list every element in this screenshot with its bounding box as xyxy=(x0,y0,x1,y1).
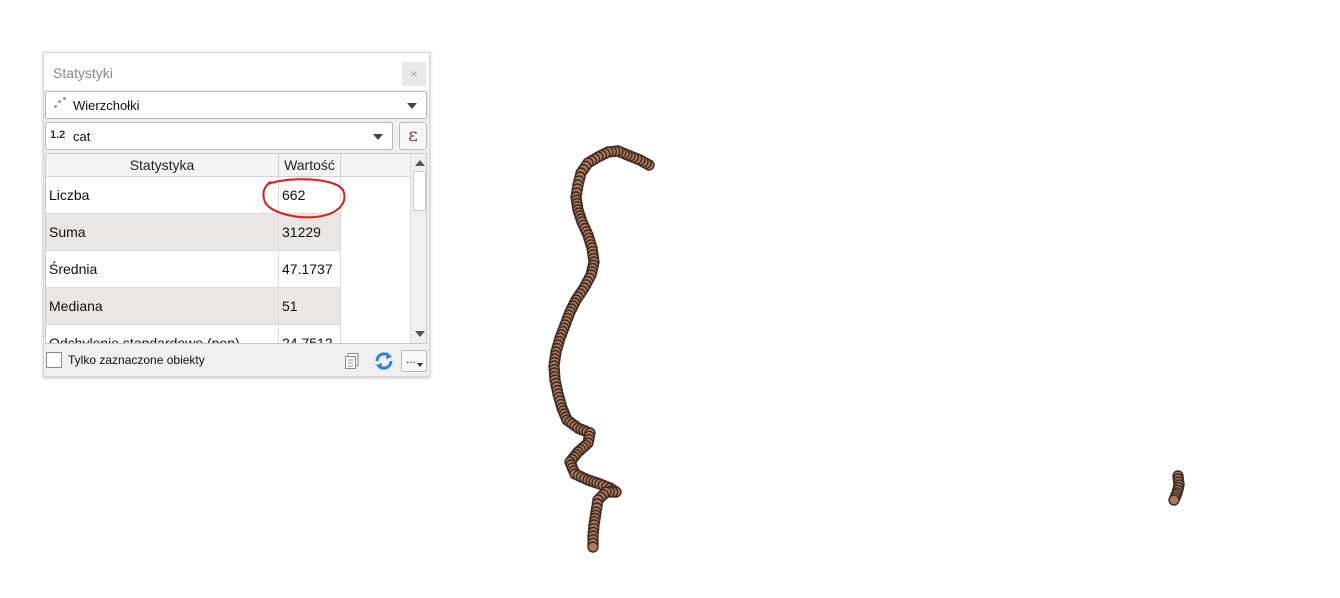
copy-icon[interactable] xyxy=(345,353,359,369)
statistics-table: Statystyka Wartość Liczba 662 Suma 31229… xyxy=(45,153,427,344)
statistic-name: Liczba xyxy=(46,177,279,214)
table-row[interactable]: Odchylenie standardowe (pop) 24.7512 xyxy=(46,325,341,343)
field-selector-value: cat xyxy=(73,129,91,144)
column-header-value[interactable]: Wartość xyxy=(279,154,341,177)
scroll-up-icon[interactable] xyxy=(415,160,425,166)
statistic-name: Suma xyxy=(46,214,279,251)
statistic-name: Odchylenie standardowe (pop) xyxy=(46,325,279,343)
panel-titlebar: Statystyki × xyxy=(44,53,429,90)
statistics-panel: Statystyki × Wierzchołki 1.2 cat ε Staty… xyxy=(43,52,430,377)
field-selector[interactable]: 1.2 cat xyxy=(45,122,393,150)
statistic-value: 24.7512 xyxy=(279,325,341,343)
numeric-field-icon: 1.2 xyxy=(50,129,66,141)
panel-footer: Tylko zaznaczone obiekty ... xyxy=(44,347,429,376)
close-button[interactable]: × xyxy=(402,62,426,86)
dropdown-arrow-icon xyxy=(373,134,383,140)
layer-selector[interactable]: Wierzchołki xyxy=(45,91,427,119)
vertex-point xyxy=(587,541,599,553)
refresh-icon[interactable] xyxy=(373,350,395,372)
dropdown-arrow-icon xyxy=(417,363,423,367)
panel-title: Statystyki xyxy=(53,65,113,81)
more-options-label: ... xyxy=(406,352,417,366)
selected-only-checkbox[interactable] xyxy=(46,352,62,368)
more-options-button[interactable]: ... xyxy=(401,350,427,372)
statistic-value: 31229 xyxy=(279,214,341,251)
vertex-point xyxy=(1168,494,1180,506)
statistic-value: 51 xyxy=(279,288,341,325)
dropdown-arrow-icon xyxy=(407,103,417,109)
table-row[interactable]: Liczba 662 xyxy=(46,177,341,214)
statistic-value: 47.1737 xyxy=(279,251,341,288)
table-scrollbar[interactable] xyxy=(410,154,426,343)
table-row[interactable]: Suma 31229 xyxy=(46,214,341,251)
statistic-value: 662 xyxy=(279,177,341,214)
expression-icon: ε xyxy=(408,124,418,146)
statistic-name: Średnia xyxy=(46,251,279,288)
selected-only-label[interactable]: Tylko zaznaczone obiekty xyxy=(68,353,205,367)
scrollbar-thumb[interactable] xyxy=(413,171,426,211)
statistic-name: Mediana xyxy=(46,288,279,325)
point-layer-icon xyxy=(52,97,66,111)
layer-selector-value: Wierzchołki xyxy=(73,98,140,113)
header-filler xyxy=(341,154,410,177)
table-row[interactable]: Mediana 51 xyxy=(46,288,341,325)
expression-button[interactable]: ε xyxy=(399,122,427,150)
scroll-down-icon[interactable] xyxy=(415,331,425,337)
column-header-statistic[interactable]: Statystyka xyxy=(46,154,279,177)
table-row[interactable]: Średnia 47.1737 xyxy=(46,251,341,288)
close-icon: × xyxy=(410,67,418,81)
